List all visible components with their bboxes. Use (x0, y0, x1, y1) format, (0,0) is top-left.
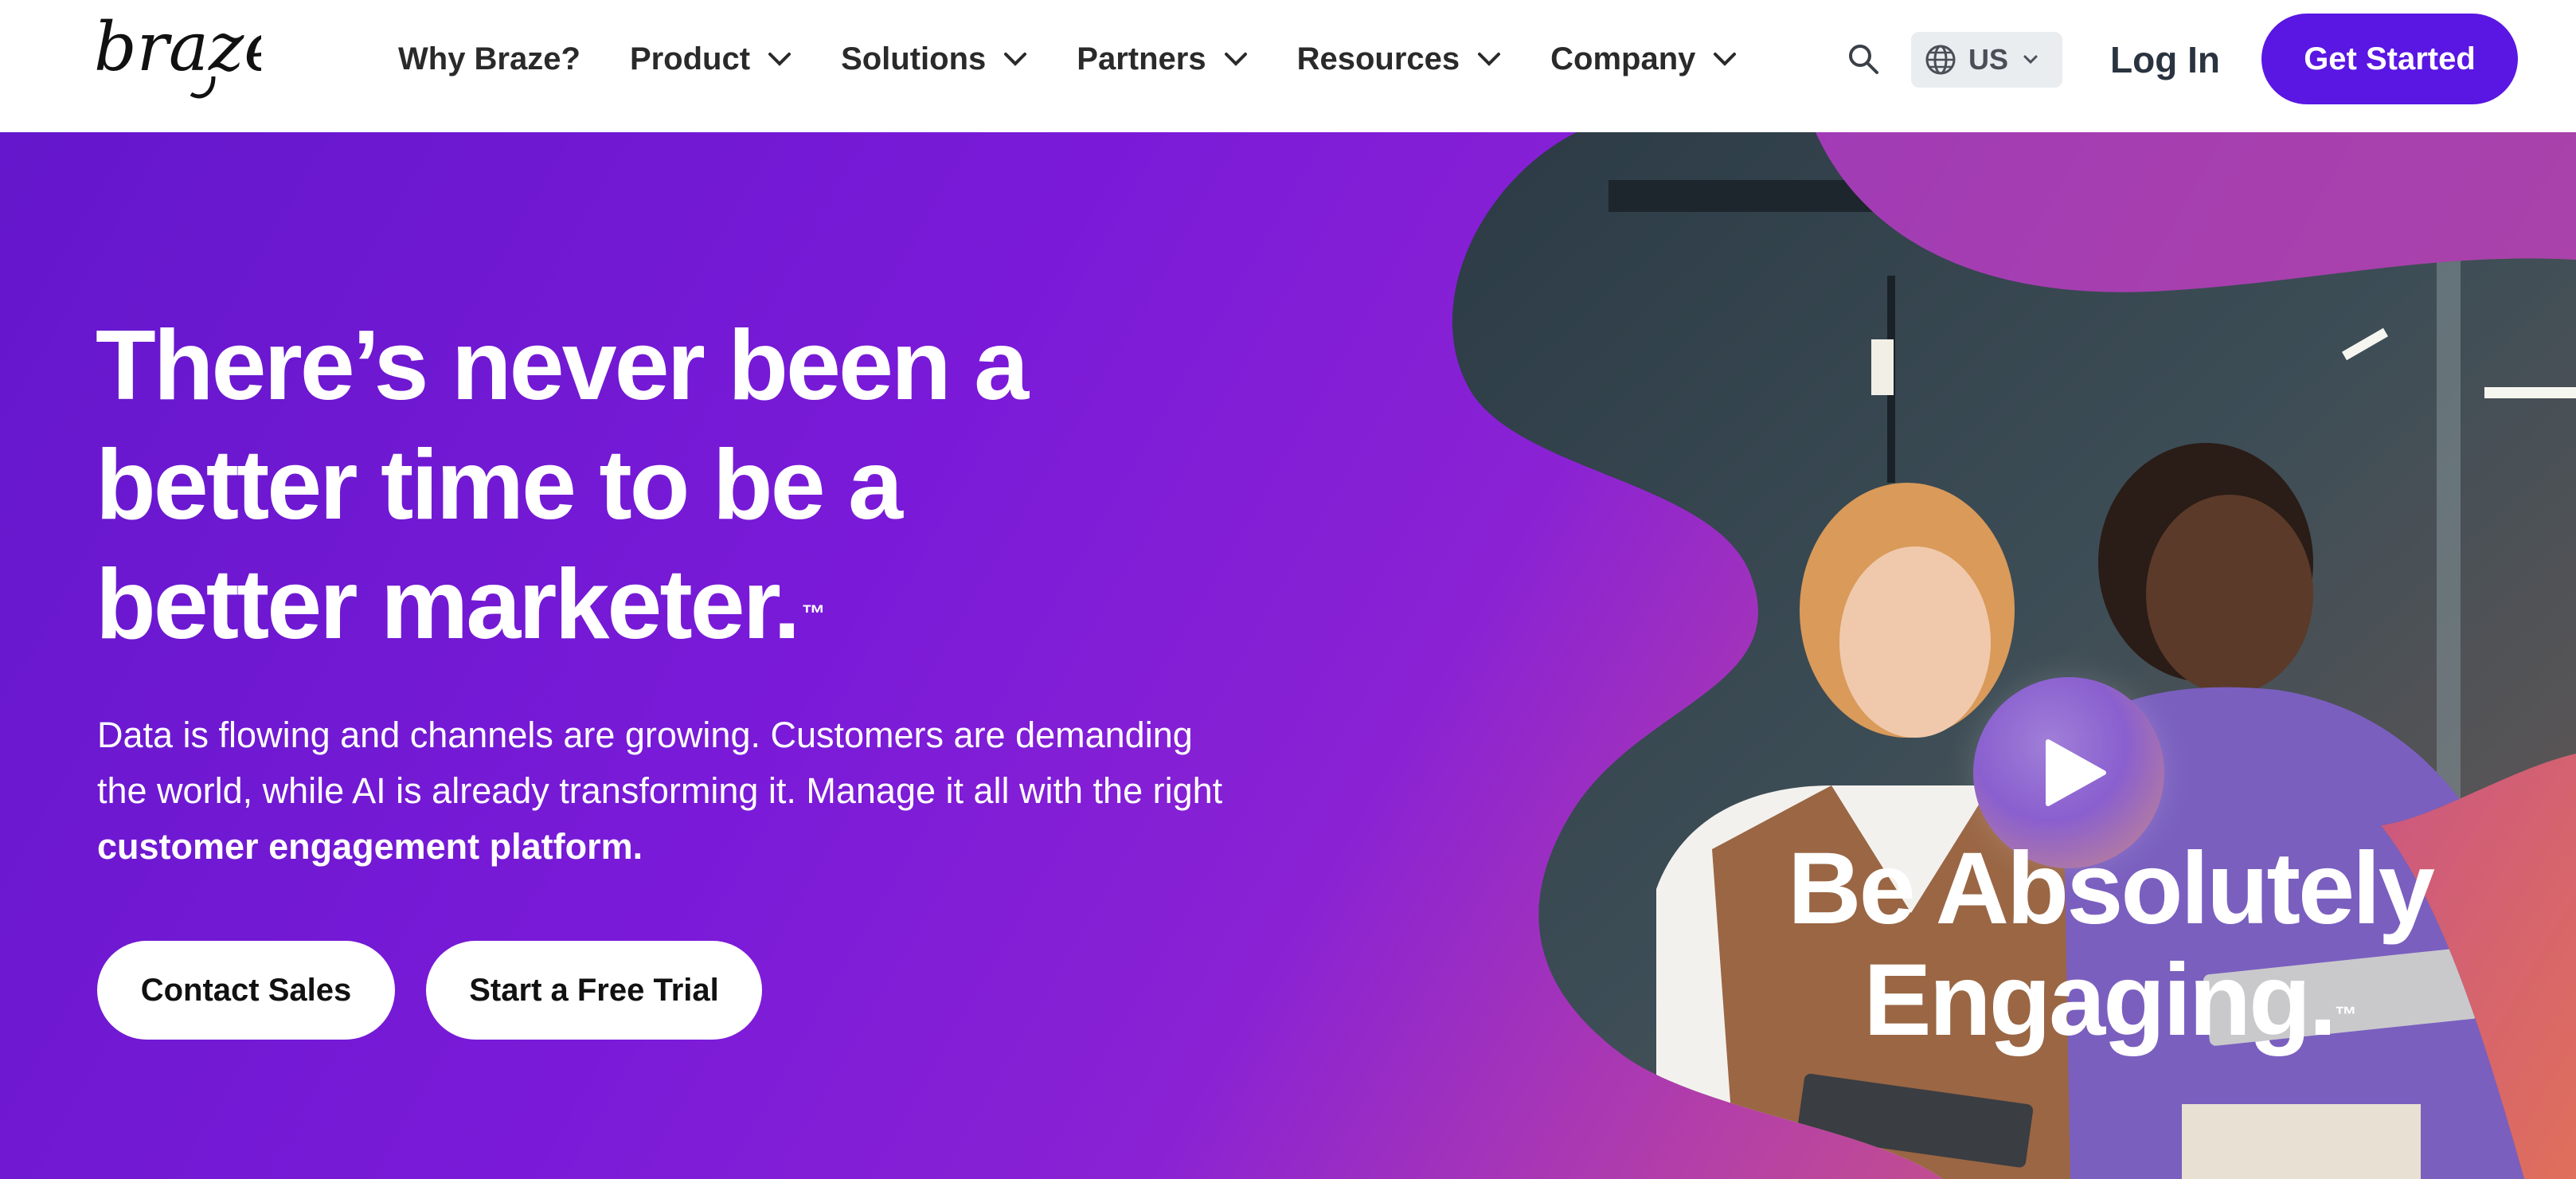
nav-item-label: Partners (1077, 41, 1206, 76)
chevron-down-icon (1004, 53, 1027, 66)
nav-item-partners[interactable]: Partners (1077, 41, 1247, 77)
chevron-down-icon (1224, 53, 1247, 66)
nav-item-label: Product (629, 41, 751, 76)
start-free-trial-button[interactable]: Start a Free Trial (426, 941, 762, 1040)
chevron-down-icon (768, 53, 792, 66)
contact-sales-button[interactable]: Contact Sales (97, 941, 395, 1040)
video-tagline: Be Absolutely Engaging.™ (1712, 833, 2508, 1056)
nav-item-label: Why Braze? (398, 41, 580, 76)
trademark-symbol: ™ (2334, 1002, 2357, 1027)
nav-item-why-braze[interactable]: Why Braze? (398, 41, 580, 77)
nav-item-label: Solutions (841, 41, 987, 76)
subcopy-highlight: customer engagement platform. (97, 826, 643, 867)
braze-logo-wordmark: braze (94, 8, 283, 99)
locale-selector[interactable]: US (1911, 32, 2062, 88)
chevron-down-icon (1714, 53, 1737, 66)
top-navigation: braze Why Braze? Product Solutions Partn… (0, 0, 2576, 132)
play-icon (2046, 739, 2106, 806)
headline-line-1: There’s never been a (96, 311, 1029, 421)
nav-item-company[interactable]: Company (1550, 41, 1737, 77)
globe-icon (1925, 45, 1956, 75)
subcopy-text: Data is flowing and channels are growing… (97, 715, 1223, 811)
nav-item-resources[interactable]: Resources (1297, 41, 1502, 77)
trademark-symbol: ™ (801, 601, 826, 627)
primary-menu: Why Braze? Product Solutions Partners Re… (398, 0, 1786, 118)
nav-item-label: Company (1550, 41, 1696, 76)
svg-text:braze: braze (94, 14, 261, 86)
nav-item-label: Resources (1296, 41, 1460, 76)
get-started-button[interactable]: Get Started (2261, 14, 2518, 104)
braze-logo[interactable]: braze (94, 8, 283, 102)
hero-subcopy: Data is flowing and channels are growing… (97, 707, 1228, 875)
tagline-line-1: Be Absolutely (1788, 832, 2435, 946)
headline-line-2: better time to be a (96, 430, 903, 540)
hero-headline: There’s never been a better time to be a… (96, 306, 1131, 664)
chevron-down-icon (2023, 55, 2038, 65)
search-icon[interactable] (1846, 41, 1881, 76)
chevron-down-icon (1478, 53, 1501, 66)
headline-line-3: better marketer. (96, 550, 800, 660)
login-link[interactable]: Log In (2110, 32, 2220, 88)
tagline-line-2: Engaging. (1863, 943, 2337, 1057)
hero-section: There’s never been a better time to be a… (0, 132, 2576, 1179)
nav-item-product[interactable]: Product (630, 41, 792, 77)
nav-item-solutions[interactable]: Solutions (841, 41, 1027, 77)
locale-code: US (1968, 43, 2009, 76)
